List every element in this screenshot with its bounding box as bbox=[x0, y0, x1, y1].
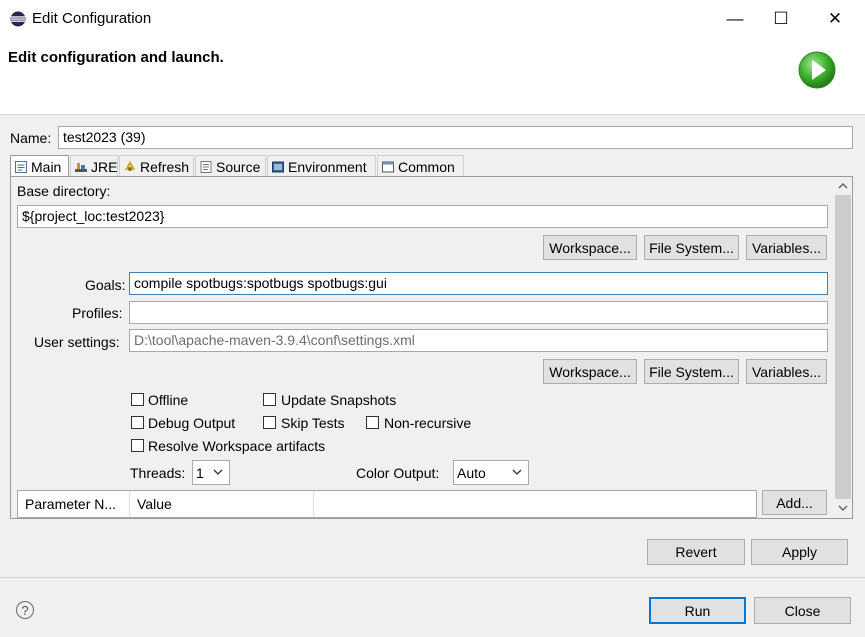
scroll-up-icon[interactable] bbox=[838, 181, 848, 191]
tab-refresh[interactable]: Refresh bbox=[119, 155, 194, 177]
add-parameter-button-label: Add... bbox=[776, 494, 813, 511]
add-parameter-button[interactable]: Add... bbox=[762, 490, 827, 515]
minimize-button[interactable]: — bbox=[712, 0, 758, 38]
offline-checkbox[interactable] bbox=[131, 393, 144, 406]
scroll-down-icon[interactable] bbox=[838, 503, 848, 513]
variables-button-1-label: Variables... bbox=[752, 239, 821, 256]
run-button[interactable]: Run bbox=[649, 597, 746, 624]
parameters-table[interactable]: Parameter N... Value bbox=[17, 490, 757, 518]
table-header-parameter[interactable]: Parameter N... bbox=[18, 491, 130, 517]
workspace-button-2[interactable]: Workspace... bbox=[543, 359, 637, 384]
profiles-label: Profiles: bbox=[72, 305, 123, 321]
tab-main-label: Main bbox=[31, 159, 62, 175]
update-snapshots-checkbox[interactable] bbox=[263, 393, 276, 406]
user-settings-label: User settings: bbox=[34, 334, 120, 350]
revert-button[interactable]: Revert bbox=[647, 539, 745, 565]
eclipse-icon bbox=[10, 11, 26, 27]
workspace-button-1[interactable]: Workspace... bbox=[543, 235, 637, 260]
source-icon bbox=[200, 160, 212, 173]
panel-scrollbar[interactable] bbox=[834, 177, 852, 518]
user-settings-field[interactable]: D:\tool\apache-maven-3.9.4\conf\settings… bbox=[129, 329, 828, 352]
non-recursive-checkbox[interactable] bbox=[366, 416, 379, 429]
run-launch-icon bbox=[798, 51, 836, 89]
offline-label: Offline bbox=[148, 392, 189, 408]
window-title: Edit Configuration bbox=[32, 10, 152, 27]
common-icon bbox=[382, 161, 394, 172]
close-window-button[interactable]: ✕ bbox=[812, 0, 858, 38]
refresh-icon bbox=[125, 160, 135, 171]
tab-environment-label: Environment bbox=[288, 158, 367, 175]
jre-icon bbox=[75, 162, 87, 172]
workspace-button-2-label: Workspace... bbox=[549, 363, 631, 380]
tab-source[interactable]: Source bbox=[195, 155, 266, 177]
variables-button-2[interactable]: Variables... bbox=[746, 359, 827, 384]
color-output-value: Auto bbox=[457, 464, 486, 481]
chevron-down-icon bbox=[512, 469, 522, 475]
goals-field[interactable]: compile spotbugs:spotbugs spotbugs:gui bbox=[129, 272, 828, 295]
tab-common-label: Common bbox=[398, 158, 455, 175]
tab-jre[interactable]: JRE bbox=[70, 155, 118, 177]
file-system-button-2-label: File System... bbox=[649, 363, 734, 380]
skip-tests-checkbox[interactable] bbox=[263, 416, 276, 429]
base-directory-field[interactable]: ${project_loc:test2023} bbox=[17, 205, 828, 228]
resolve-workspace-checkbox[interactable] bbox=[131, 439, 144, 452]
main-tab-icon bbox=[15, 161, 27, 173]
file-system-button-2[interactable]: File System... bbox=[644, 359, 739, 384]
skip-tests-label: Skip Tests bbox=[281, 415, 345, 431]
tab-main[interactable]: Main bbox=[10, 155, 69, 178]
environment-icon bbox=[272, 161, 284, 172]
variables-button-1[interactable]: Variables... bbox=[746, 235, 827, 260]
header-message: Edit configuration and launch. bbox=[8, 49, 224, 66]
apply-button-label: Apply bbox=[781, 544, 818, 560]
file-system-button-1-label: File System... bbox=[649, 239, 734, 256]
scrollbar-thumb[interactable] bbox=[835, 195, 851, 499]
threads-select[interactable]: 1 bbox=[192, 460, 230, 485]
non-recursive-label: Non-recursive bbox=[384, 415, 472, 431]
debug-output-checkbox[interactable] bbox=[131, 416, 144, 429]
threads-value: 1 bbox=[196, 464, 204, 481]
tab-source-label: Source bbox=[216, 158, 261, 175]
workspace-button-1-label: Workspace... bbox=[549, 239, 631, 256]
chevron-down-icon bbox=[213, 469, 223, 475]
close-button-label: Close bbox=[784, 602, 821, 619]
color-output-label: Color Output: bbox=[356, 465, 440, 481]
tab-common[interactable]: Common bbox=[377, 155, 464, 177]
close-button[interactable]: Close bbox=[754, 597, 851, 624]
help-icon[interactable]: ? bbox=[16, 601, 34, 619]
table-header-value[interactable]: Value bbox=[130, 491, 314, 517]
update-snapshots-label: Update Snapshots bbox=[281, 392, 397, 408]
base-directory-label: Base directory: bbox=[17, 183, 111, 199]
tab-jre-label: JRE bbox=[91, 158, 118, 175]
run-button-label: Run bbox=[684, 602, 711, 619]
resolve-workspace-label: Resolve Workspace artifacts bbox=[148, 438, 326, 454]
name-label: Name: bbox=[10, 130, 52, 146]
revert-button-label: Revert bbox=[675, 544, 717, 560]
apply-button[interactable]: Apply bbox=[751, 539, 848, 565]
threads-label: Threads: bbox=[130, 465, 186, 481]
variables-button-2-label: Variables... bbox=[752, 363, 821, 380]
goals-label: Goals: bbox=[85, 277, 126, 293]
maximize-button[interactable]: ☐ bbox=[758, 0, 804, 38]
tab-environment[interactable]: Environment bbox=[267, 155, 376, 177]
color-output-select[interactable]: Auto bbox=[453, 460, 529, 485]
tab-refresh-label: Refresh bbox=[140, 158, 190, 175]
name-field[interactable]: test2023 (39) bbox=[58, 126, 853, 149]
profiles-field[interactable] bbox=[129, 301, 828, 324]
debug-output-label: Debug Output bbox=[148, 415, 236, 431]
footer-separator bbox=[0, 577, 865, 578]
file-system-button-1[interactable]: File System... bbox=[644, 235, 739, 260]
